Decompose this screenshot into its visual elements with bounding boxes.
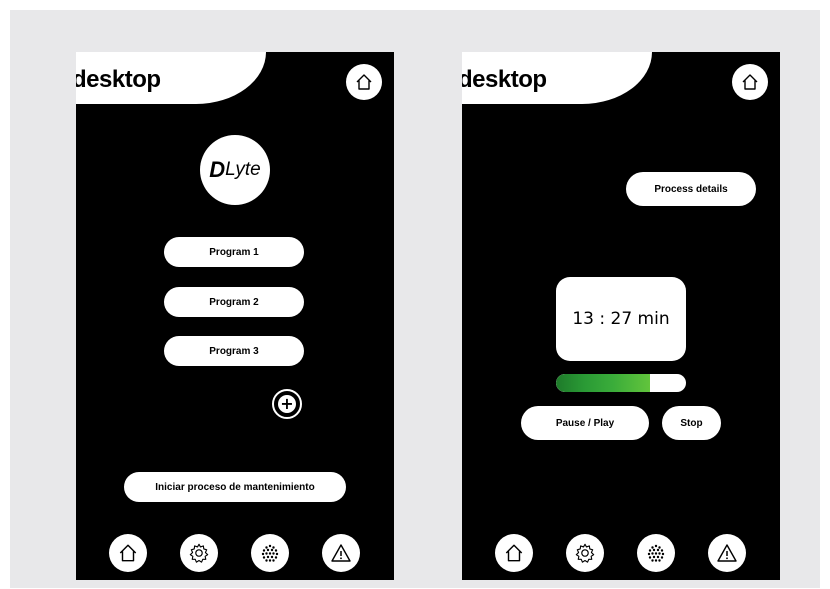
timer-display: 13 : 27 min	[556, 277, 686, 361]
bottom-nav	[462, 534, 780, 574]
home-icon	[354, 72, 374, 92]
nav-settings-button[interactable]	[180, 534, 218, 572]
program-2-button[interactable]: Program 2	[164, 287, 304, 317]
nav-media-button[interactable]	[251, 534, 289, 572]
nav-home-button[interactable]	[495, 534, 533, 572]
program-3-button[interactable]: Program 3	[164, 336, 304, 366]
program-1-button[interactable]: Program 1	[164, 237, 304, 267]
home-icon	[503, 542, 525, 564]
canvas: desktop D Lyte Program 1 Program 2 Progra…	[10, 10, 820, 588]
warning-icon	[330, 542, 352, 564]
stop-button[interactable]: Stop	[662, 406, 721, 440]
sponge-icon	[645, 542, 667, 564]
brand-logo: desktop	[462, 66, 547, 93]
pause-play-button[interactable]: Pause / Play	[521, 406, 649, 440]
bottom-nav	[76, 534, 394, 574]
process-screen: desktop Process details 13 : 27 min Paus…	[462, 52, 780, 580]
logo-text: Lyte	[225, 159, 261, 180]
brand-tab: desktop	[76, 52, 266, 104]
start-maintenance-button[interactable]: Iniciar proceso de mantenimiento	[124, 472, 346, 502]
warning-icon	[716, 542, 738, 564]
progress-bar	[556, 374, 686, 392]
plus-icon: +	[278, 395, 296, 413]
progress-fill	[556, 374, 650, 392]
process-details-button[interactable]: Process details	[626, 172, 756, 206]
nav-media-button[interactable]	[637, 534, 675, 572]
gear-icon	[188, 542, 210, 564]
brand-tab: desktop	[462, 52, 652, 104]
nav-home-button[interactable]	[109, 534, 147, 572]
home-screen: desktop D Lyte Program 1 Program 2 Progra…	[76, 52, 394, 580]
nav-alerts-button[interactable]	[708, 534, 746, 572]
sponge-icon	[259, 542, 281, 564]
gear-icon	[574, 542, 596, 564]
brand-logo: desktop	[76, 66, 161, 93]
dlyte-logo: D Lyte	[200, 135, 270, 205]
home-icon	[740, 72, 760, 92]
nav-settings-button[interactable]	[566, 534, 604, 572]
home-icon	[117, 542, 139, 564]
home-button[interactable]	[346, 64, 382, 100]
nav-alerts-button[interactable]	[322, 534, 360, 572]
home-button[interactable]	[732, 64, 768, 100]
add-program-button[interactable]: +	[272, 389, 302, 419]
logo-letter: D	[209, 157, 226, 182]
